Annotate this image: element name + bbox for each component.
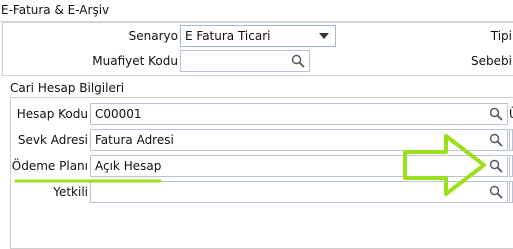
arrow-right-icon xyxy=(403,134,486,196)
annotation-overlay xyxy=(14,134,486,196)
